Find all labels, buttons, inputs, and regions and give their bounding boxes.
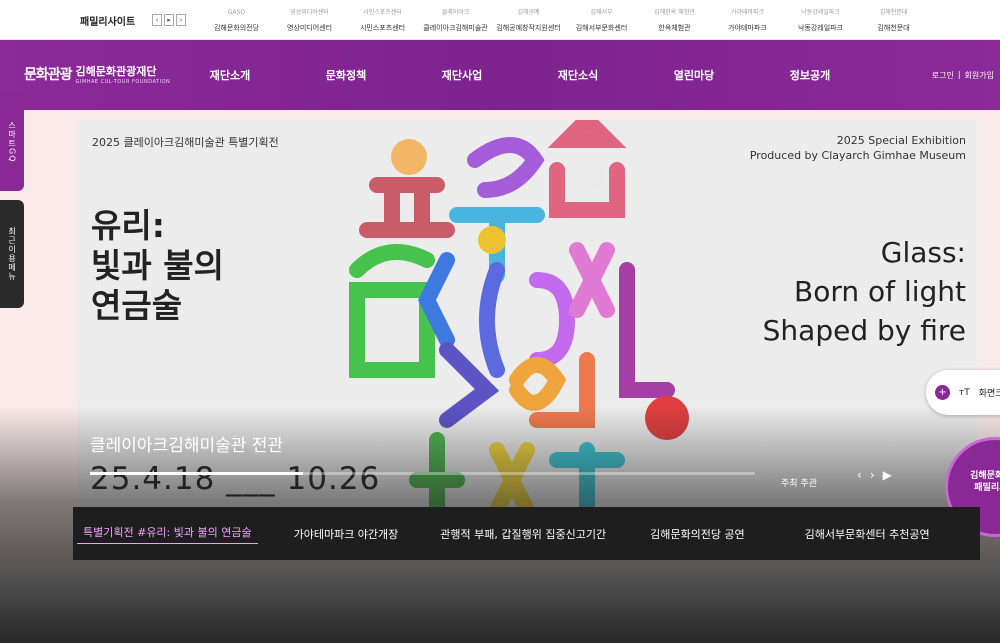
prev-slide-icon[interactable]: ‹ xyxy=(857,468,862,482)
family-site-title: 패밀리사이트 xyxy=(80,17,136,28)
smart-gq-tab[interactable]: 스마트GQ xyxy=(0,93,24,191)
badge-line: 김해문화관광 xyxy=(970,471,1000,481)
text-size-icon: тT xyxy=(959,387,970,398)
slide-progress-fill xyxy=(90,472,303,475)
family-site-logo: 김해공예 xyxy=(517,9,540,16)
title-line: 연금술 xyxy=(91,286,183,325)
site-logo[interactable]: 문화관광 김해문화관광재단 GIMHAE CUL-TOUR FOUNDATION xyxy=(24,63,170,85)
font-size-tool[interactable]: + тT 화면크 xyxy=(926,370,1000,415)
nav-item-disclosure[interactable]: 정보공개 xyxy=(752,67,868,83)
family-site-link[interactable]: 김해한옥 체험관한옥체험관 xyxy=(638,6,711,33)
slide-progress-bar xyxy=(90,472,755,475)
font-size-label: 화면크 xyxy=(978,389,1000,399)
family-site-label: 김해공예창작지원센터 xyxy=(496,24,561,32)
slide-tab-west-culture-center[interactable]: 김해서부문화센터 추천공연 xyxy=(799,526,936,542)
plus-icon[interactable]: + xyxy=(935,385,950,400)
exhibition-subtitle-en-line: Produced by Clayarch Gimhae Museum xyxy=(749,149,966,162)
family-site-label: 가야테마파크 xyxy=(728,24,767,32)
family-site-link[interactable]: 가야테마파크 가야테마파크 xyxy=(711,6,784,33)
family-site-logo: 가야테마파크 xyxy=(730,9,765,16)
main-menu: 재단소개 문화정책 재단사업 재단소식 열린마당 정보공개 xyxy=(172,67,868,83)
family-site-logo: 김해천문대 xyxy=(879,9,908,16)
family-site-label: 한옥체험관 xyxy=(658,24,691,32)
badge-line: 패밀리사이 xyxy=(974,483,1000,493)
slide-tab-gaya-theme-park[interactable]: 가야테마파크 야간개장 xyxy=(288,526,405,542)
next-slide-icon[interactable]: › xyxy=(870,468,875,482)
prev-arrow-icon[interactable]: ‹ xyxy=(152,14,162,26)
family-site-link[interactable]: 클레이아크클레이아크김해미술관 xyxy=(419,6,492,33)
logo-mark: 문화관광 xyxy=(24,67,73,83)
slide-caption: 클레이아크김해미술관 전관 xyxy=(90,436,284,456)
separator: | xyxy=(957,70,961,79)
nav-item-business[interactable]: 재단사업 xyxy=(404,67,520,83)
login-link[interactable]: 로그인 xyxy=(932,70,954,81)
logo-subtitle: GIMHAE CUL-TOUR FOUNDATION xyxy=(75,79,171,85)
signup-link[interactable]: 회원가입 xyxy=(965,70,994,81)
family-site-link[interactable]: 시민스포츠센터 시민스포츠센터 xyxy=(346,6,419,33)
family-site-label: 김해천문대 xyxy=(877,24,910,32)
family-site-list: GASO 김해문화의전당 영상미디어센터 영상미디어센터 시민스포츠센터 시민스포츠센… xyxy=(200,6,930,33)
utility-links: 로그인 | 회원가입 xyxy=(932,70,994,81)
title-line: Glass: xyxy=(880,236,966,269)
exhibition-subtitle-en-line: 2025 Special Exhibition xyxy=(836,134,966,147)
family-site-label: 영상미디어센터 xyxy=(286,24,333,32)
family-site-link[interactable]: 영상미디어센터 영상미디어센터 xyxy=(273,6,346,33)
host-label: 주최 주관 xyxy=(781,479,817,489)
family-site-label: 클레이아크김해미술관 xyxy=(423,24,488,32)
family-site-logo: 김해한옥 체험관 xyxy=(654,9,695,16)
slide-tab-exhibition[interactable]: 특별기획전 #유리: 빛과 불의 연금술 xyxy=(77,524,258,544)
title-line: Shaped by fire xyxy=(762,314,966,347)
family-site-link[interactable]: 김해공예김해공예창작지원센터 xyxy=(492,6,565,33)
title-line: 유리: xyxy=(91,206,165,245)
family-site-logo: 김해서부 xyxy=(590,9,613,16)
family-site-label: 낙동강레일파크 xyxy=(797,24,844,32)
family-site-arrows: ‹ ▸ › xyxy=(152,14,186,26)
family-site-label: 시민스포츠센터 xyxy=(359,24,406,32)
nav-item-culture-policy[interactable]: 문화정책 xyxy=(288,67,404,83)
family-site-link[interactable]: 김해천문대 김해천문대 xyxy=(857,6,930,33)
title-line: 빛과 불의 xyxy=(91,246,224,285)
play-icon[interactable]: ▸ xyxy=(164,14,174,26)
family-site-logo: 영상미디어센터 xyxy=(290,9,329,16)
family-site-logo: 클레이아크 xyxy=(441,9,470,16)
slide-tab-report[interactable]: 관행적 부패, 갑질행위 집중신고기간 xyxy=(434,526,612,542)
slide-tab-bar: 특별기획전 #유리: 빛과 불의 연금술 가야테마파크 야간개장 관행적 부패,… xyxy=(73,507,980,560)
recent-menu-tab[interactable]: 최근이용메뉴 xyxy=(0,200,24,308)
family-site-logo: GASO xyxy=(227,9,246,16)
family-site-bar: 패밀리사이트 ‹ ▸ › GASO 김해문화의전당 영상미디어센터 영상미디어센터 … xyxy=(0,0,1000,40)
exhibition-title-ko: 유리: 빛과 불의 연금술 xyxy=(91,206,224,326)
nav-item-open-forum[interactable]: 열린마당 xyxy=(636,67,752,83)
title-line: Born of light xyxy=(794,275,966,308)
exhibition-subtitle-en: 2025 Special Exhibition Produced by Clay… xyxy=(750,133,966,163)
family-site-link[interactable]: 낙동강레일파크 낙동강레일파크 xyxy=(784,6,857,33)
slide-tab-culture-center[interactable]: 김해문화의전당 공연 xyxy=(644,526,751,542)
family-site-link[interactable]: GASO 김해문화의전당 xyxy=(200,6,273,33)
family-site-logo: 시민스포츠센터 xyxy=(363,9,402,16)
family-site-link[interactable]: 김해서부김해서부문화센터 xyxy=(565,6,638,33)
slide-controls: ‹ › ▶ xyxy=(857,468,892,482)
slide-dates: 25.4.18 ___ 10.26 xyxy=(90,461,381,497)
main-header: 문화관광 김해문화관광재단 GIMHAE CUL-TOUR FOUNDATION… xyxy=(0,40,1000,110)
exhibition-title-en: Glass: Born of light Shaped by fire xyxy=(763,233,966,350)
next-arrow-icon[interactable]: › xyxy=(176,14,186,26)
play-slide-icon[interactable]: ▶ xyxy=(883,468,892,482)
family-site-logo: 낙동강레일파크 xyxy=(801,9,840,16)
exhibition-subtitle: 2025 클레이아크김해미술관 특별기획전 xyxy=(92,136,279,149)
logo-title: 김해문화관광재단 xyxy=(75,65,157,78)
nav-item-about[interactable]: 재단소개 xyxy=(172,67,288,83)
nav-item-news[interactable]: 재단소식 xyxy=(520,67,636,83)
family-site-label: 김해문화의전당 xyxy=(213,24,260,32)
family-site-label: 김해서부문화센터 xyxy=(575,24,628,32)
